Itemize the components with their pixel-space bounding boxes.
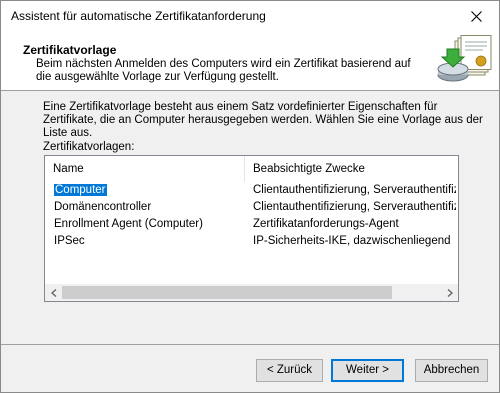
title-bar: Assistent für automatische Zertifikatanf… [1, 1, 499, 31]
list-header: Name Beabsichtigte Zwecke [45, 156, 458, 182]
footer-separator [1, 344, 499, 345]
wizard-window: Assistent für automatische Zertifikatanf… [0, 0, 500, 393]
scroll-left-button[interactable] [45, 284, 62, 301]
list-item-purpose: Clientauthentifizierung, Serverauthentif… [253, 201, 456, 213]
templates-label: Zertifikatvorlagen: [43, 141, 135, 153]
list-item-purpose: Clientauthentifizierung, Serverauthentif… [253, 184, 456, 196]
intro-text: Eine Zertifikatvorlage besteht aus einem… [43, 101, 483, 139]
back-button[interactable]: < Zurück [256, 359, 323, 382]
window-title: Assistent für automatische Zertifikatanf… [11, 9, 266, 23]
list-item-name: Enrollment Agent (Computer) [54, 218, 203, 230]
page-title: Zertifikatvorlage [23, 43, 117, 57]
list-item[interactable]: Enrollment Agent (Computer) Zertifikatan… [45, 216, 458, 233]
list-item[interactable]: Computer Clientauthentifizierung, Server… [45, 182, 458, 199]
wizard-header: Zertifikatvorlage Beim nächsten Anmelden… [1, 31, 499, 91]
list-item[interactable]: Domänencontroller Clientauthentifizierun… [45, 199, 458, 216]
next-button[interactable]: Weiter > [331, 359, 404, 382]
page-subtitle: Beim nächsten Anmelden des Computers wir… [36, 58, 411, 83]
horizontal-scrollbar[interactable] [45, 284, 458, 301]
list-item-name: IPSec [54, 235, 85, 247]
column-header-name[interactable]: Name [45, 156, 245, 182]
templates-listview[interactable]: Name Beabsichtigte Zwecke Computer Clien… [44, 155, 459, 302]
column-header-purpose[interactable]: Beabsichtigte Zwecke [245, 156, 458, 182]
chevron-left-icon [50, 288, 56, 297]
close-button[interactable] [453, 1, 499, 31]
list-item-purpose: IP-Sicherheits-IKE, dazwischenliegend [253, 235, 451, 247]
list-item-purpose: Zertifikatanforderungs-Agent [253, 218, 399, 230]
chevron-right-icon [447, 288, 453, 297]
close-icon [470, 10, 482, 22]
list-item-name: Domänencontroller [54, 201, 152, 213]
list-item-name: Computer [54, 182, 244, 199]
selected-item-label: Computer [54, 184, 107, 196]
cancel-button[interactable]: Abbrechen [415, 359, 488, 382]
scroll-right-button[interactable] [441, 284, 458, 301]
certificate-install-icon [437, 35, 492, 82]
list-item[interactable]: IPSec IP-Sicherheits-IKE, dazwischenlieg… [45, 233, 458, 250]
scrollbar-thumb[interactable] [62, 286, 392, 299]
